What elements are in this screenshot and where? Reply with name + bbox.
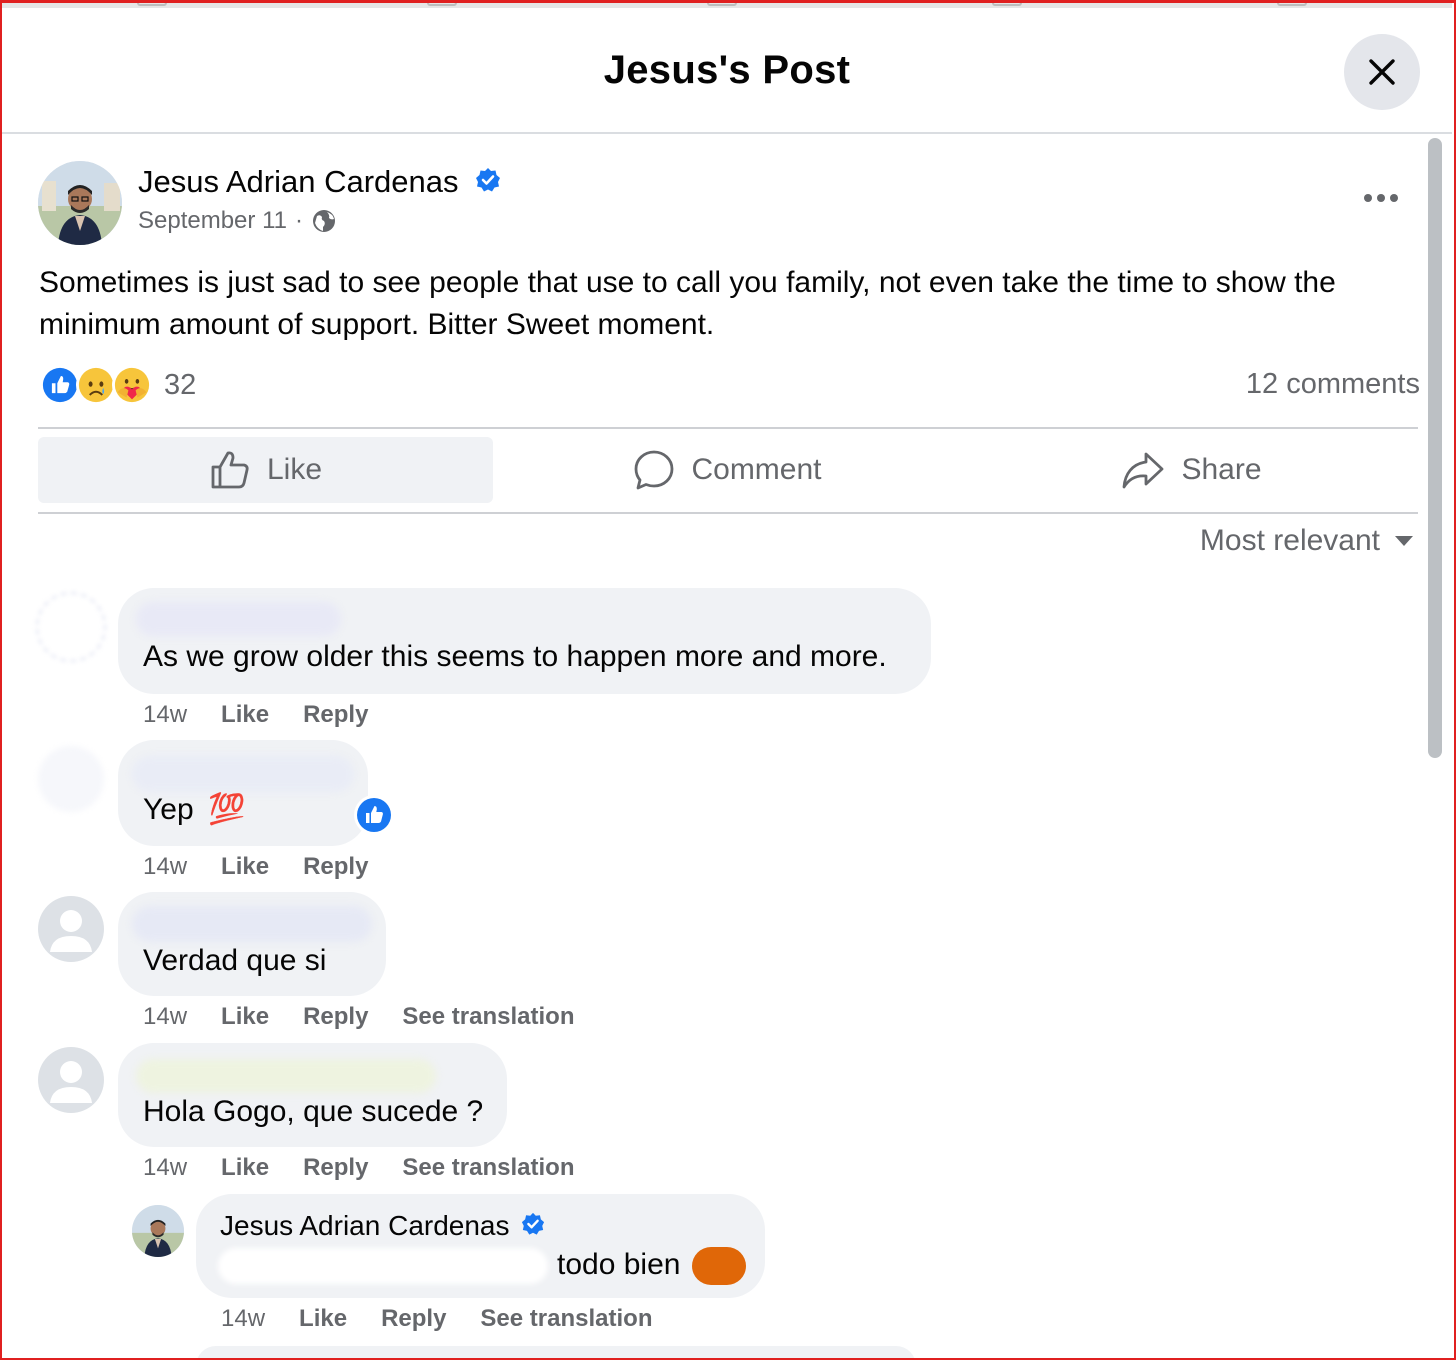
post-meta: September 11 · (138, 207, 337, 235)
comment-bubble: Yep 💯 (118, 740, 368, 846)
like-button[interactable]: Like (38, 437, 493, 503)
comment-reply[interactable]: Reply (303, 701, 368, 729)
reply-author[interactable]: Jesus Adrian Cardenas (220, 1210, 545, 1242)
comment-actions: 14w Like Reply See translation (143, 1154, 608, 1182)
reply-actions: 14w Like Reply See translation (221, 1305, 686, 1333)
redaction-mark (692, 1247, 746, 1285)
comment-text: Yep 💯 (143, 792, 245, 827)
comment-text: Hola Gogo, que sucede ? (143, 1095, 484, 1128)
share-label: Share (1181, 453, 1262, 486)
default-profile-icon (50, 910, 92, 952)
comment-bubble: Hola Gogo, que sucede ? (118, 1043, 507, 1147)
reply-time[interactable]: 14w (221, 1305, 265, 1333)
like-label: Like (266, 453, 323, 486)
more-options-button[interactable] (1358, 188, 1404, 213)
comment-count[interactable]: 12 comments (1246, 368, 1420, 401)
hundred-points-emoji: 💯 (207, 793, 246, 826)
author-name[interactable]: Jesus Adrian Cardenas (138, 164, 459, 199)
commenter-name-redacted (136, 602, 341, 636)
comment-reply[interactable]: Reply (303, 853, 368, 881)
default-avatar[interactable] (38, 896, 104, 962)
meta-separator: · (294, 207, 303, 234)
comment-bubble: As we grow older this seems to happen mo… (118, 588, 931, 694)
reply-reply[interactable]: Reply (381, 1305, 446, 1333)
commenter-name-redacted (136, 1059, 436, 1093)
reply-text: todo bien (557, 1248, 681, 1281)
close-button[interactable] (1344, 34, 1420, 110)
reaction-count[interactable]: 32 (164, 369, 196, 402)
scrollbar-thumb[interactable] (1428, 138, 1442, 758)
comment-time[interactable]: 14w (143, 1154, 187, 1182)
divider-top (38, 427, 1418, 429)
verified-badge-icon (522, 1212, 545, 1235)
share-arrow-icon (1123, 452, 1164, 489)
comment-bubble: Verdad que si (118, 892, 386, 996)
author-avatar[interactable] (38, 161, 122, 245)
reply-author-name[interactable]: Jesus Adrian Cardenas (220, 1210, 510, 1241)
comment-like[interactable]: Like (221, 1003, 269, 1031)
divider-bottom (38, 512, 1418, 514)
commenter-avatar[interactable] (36, 592, 106, 662)
next-comment-bubble-edge (196, 1346, 916, 1360)
comment-label: Comment (691, 453, 822, 486)
globe-icon (312, 210, 335, 232)
comment-like[interactable]: Like (221, 701, 269, 729)
reply-bubble: Jesus Adrian Cardenas todo bien (196, 1194, 765, 1298)
thumbs-up-icon (211, 451, 249, 489)
close-icon (1369, 59, 1395, 85)
comment-time[interactable]: 14w (143, 1003, 187, 1031)
post-date[interactable]: September 11 (138, 207, 287, 235)
reply-like[interactable]: Like (299, 1305, 347, 1333)
sort-comments-dropdown[interactable]: Most relevant (1200, 524, 1414, 558)
share-button[interactable]: Share (965, 437, 1418, 503)
comment-actions: 14w Like Reply See translation (143, 1003, 608, 1031)
like-icon (40, 365, 80, 405)
comment-like[interactable]: Like (221, 1154, 269, 1182)
reactions-summary[interactable]: 32 (40, 365, 196, 405)
commenter-name-redacted (132, 906, 372, 942)
background-toolbar-strip (2, 0, 1452, 8)
comment-text: As we grow older this seems to happen mo… (143, 640, 887, 673)
see-translation[interactable]: See translation (402, 1003, 574, 1031)
comment-like[interactable]: Like (221, 853, 269, 881)
dialog-title: Jesus's Post (603, 48, 851, 92)
post-author[interactable]: Jesus Adrian Cardenas (138, 164, 501, 200)
commenter-name-redacted (132, 756, 354, 792)
default-profile-icon (50, 1061, 92, 1103)
comment-reply[interactable]: Reply (303, 1154, 368, 1182)
comment-like-reaction-icon[interactable] (353, 794, 395, 836)
comment-text: Verdad que si (143, 944, 327, 977)
reply-text-redacted (218, 1248, 548, 1284)
reply-author-avatar[interactable] (132, 1205, 184, 1257)
comment-actions: 14w Like Reply (143, 701, 402, 729)
comment-time[interactable]: 14w (143, 853, 187, 881)
sad-icon (76, 365, 116, 405)
caret-down-icon (1395, 536, 1413, 546)
more-options-icon (1364, 194, 1398, 202)
post-text: Sometimes is just sad to see people that… (39, 266, 1336, 341)
comment-actions: 14w Like Reply (143, 853, 402, 881)
comment-reply[interactable]: Reply (303, 1003, 368, 1031)
verified-badge-icon (476, 167, 501, 192)
commenter-avatar[interactable] (38, 746, 104, 812)
comment-text-value: Yep (143, 793, 194, 826)
speech-bubble-icon (635, 450, 674, 490)
see-translation[interactable]: See translation (480, 1305, 652, 1333)
comment-time[interactable]: 14w (143, 701, 187, 729)
see-translation[interactable]: See translation (402, 1154, 574, 1182)
default-avatar[interactable] (38, 1047, 104, 1113)
care-icon (112, 365, 152, 405)
comment-button[interactable]: Comment (500, 437, 955, 503)
dialog-header: Jesus's Post (2, 8, 1452, 134)
sort-label: Most relevant (1199, 524, 1380, 557)
